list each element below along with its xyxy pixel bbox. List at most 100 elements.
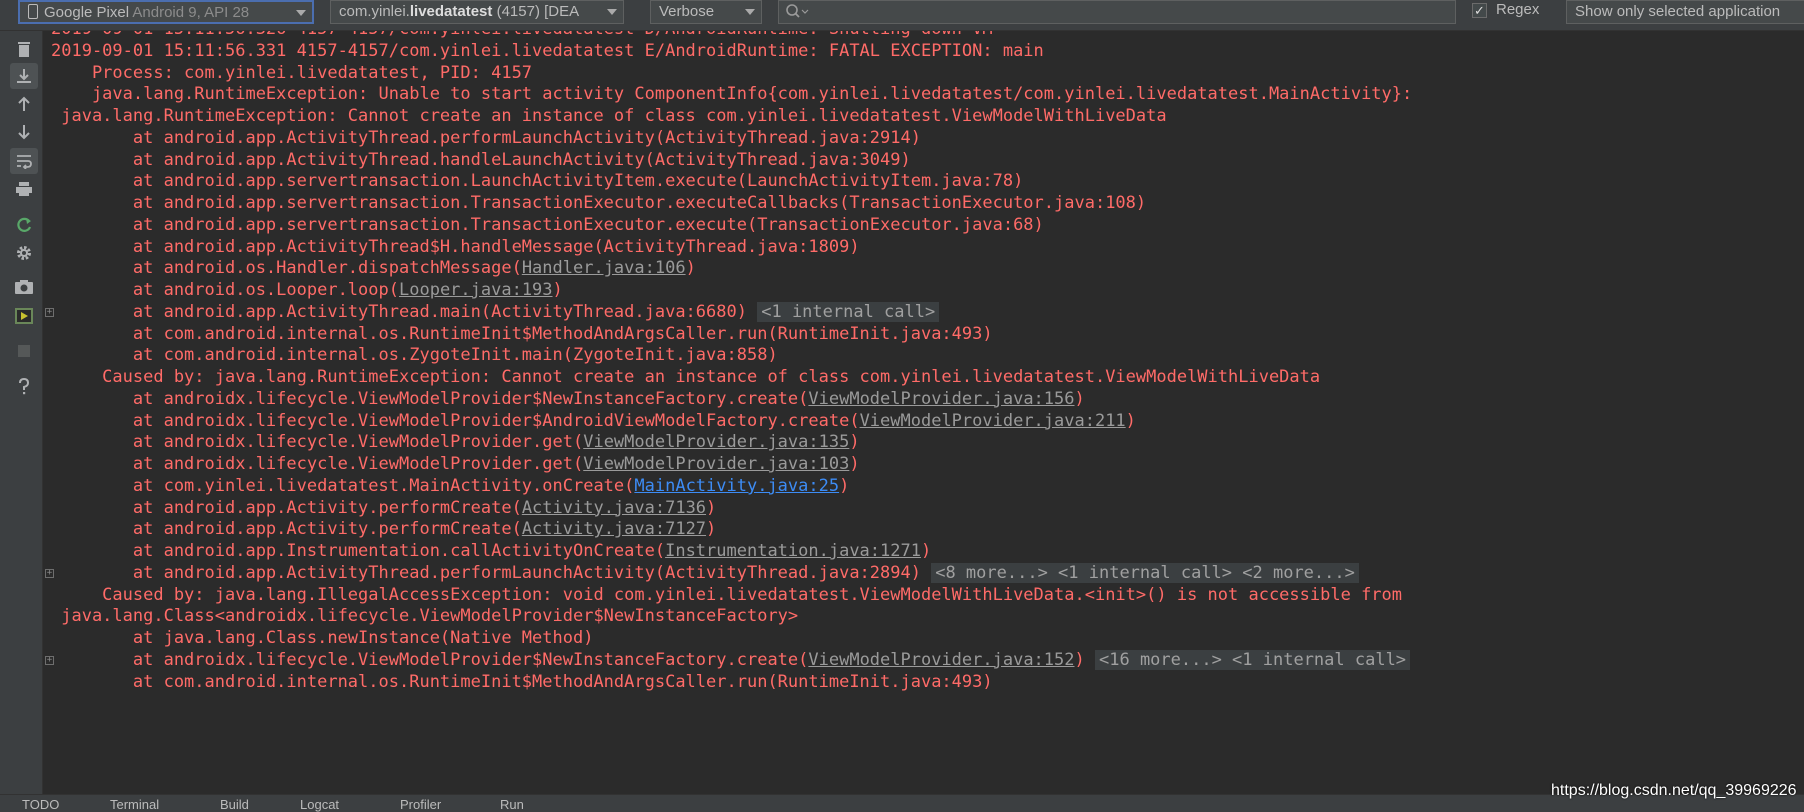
search-input[interactable] [778, 0, 1456, 24]
log-text: at android.app.ActivityThread.main(Activ… [51, 301, 747, 322]
process-pid: (4157) [DEA [492, 3, 580, 20]
tab-logcat[interactable]: Logcat [300, 798, 339, 812]
log-text: at androidx.lifecycle.ViewModelProvider$… [51, 649, 809, 670]
log-text: ) [706, 519, 717, 540]
stack-trace-link[interactable]: ViewModelProvider.java:156 [808, 389, 1074, 409]
restart-icon [17, 217, 32, 232]
log-text: Process: com.yinlei.livedatatest, PID: 4… [51, 62, 533, 83]
tab-run[interactable]: Run [500, 798, 524, 812]
log-text: at com.android.internal.os.ZygoteInit.ma… [51, 345, 778, 366]
print-button[interactable] [10, 176, 38, 202]
device-api: Android 9, API 28 [132, 4, 250, 21]
chevron-down-icon [296, 10, 306, 16]
log-text: 2019-09-01 15:11:56.331 4157-4157/com.yi… [51, 40, 1044, 61]
log-text: at android.os.Handler.dispatchMessage( [51, 258, 522, 279]
log-text: at android.app.Activity.performCreate( [51, 497, 522, 518]
log-text: ) [1074, 388, 1085, 409]
log-text: at android.app.Instrumentation.callActiv… [51, 541, 666, 561]
log-text: at androidx.lifecycle.ViewModelProvider.… [51, 432, 584, 453]
log-level-selector[interactable]: Verbose [650, 0, 762, 24]
filter-value: Show only selected application [1575, 3, 1781, 20]
clear-logcat-button[interactable] [10, 37, 38, 63]
log-text: at android.app.ActivityThread.handleLaun… [51, 149, 911, 170]
settings-button[interactable] [10, 240, 38, 266]
folded-calls[interactable]: <16 more...> <1 internal call> [1095, 649, 1411, 670]
folded-calls[interactable]: <1 internal call> [757, 301, 940, 322]
tool-window-bar: TODO Terminal Build Logcat Profiler Run [0, 794, 1804, 812]
screen-capture-button[interactable] [10, 274, 38, 300]
log-text: at com.android.internal.os.RuntimeInit$M… [51, 671, 993, 692]
tab-build[interactable]: Build [220, 798, 249, 812]
log-text: at androidx.lifecycle.ViewModelProvider$… [51, 388, 809, 409]
stack-trace-link[interactable]: ViewModelProvider.java:211 [860, 411, 1126, 431]
stack-trace-link[interactable]: Activity.java:7127 [522, 519, 706, 539]
log-text: Caused by: java.lang.IllegalAccessExcept… [51, 584, 1403, 605]
stack-trace-link[interactable]: ViewModelProvider.java:152 [808, 650, 1074, 670]
expand-fold-icon[interactable]: + [45, 568, 54, 578]
stack-trace-link[interactable]: Looper.java:193 [399, 280, 553, 300]
scroll-to-end-button[interactable] [10, 63, 38, 89]
log-text: ) [920, 541, 932, 561]
logcat-toolbar: Google Pixel Android 9, API 28 com.yinle… [0, 0, 1804, 31]
device-name: Google Pixel [44, 4, 130, 21]
stop-icon [18, 345, 30, 357]
regex-label: Regex [1496, 1, 1540, 18]
trash-icon [18, 42, 30, 57]
regex-checkbox[interactable]: ✓ [1472, 3, 1487, 18]
soft-wrap-button[interactable] [10, 148, 38, 174]
log-text: at java.lang.Class.newInstance(Native Me… [51, 628, 594, 648]
stack-trace-link[interactable]: ViewModelProvider.java:135 [583, 432, 849, 452]
search-icon [786, 4, 809, 18]
expand-fold-icon[interactable]: + [45, 307, 54, 317]
help-button[interactable] [10, 374, 38, 400]
phone-icon [28, 4, 38, 19]
log-text: at android.app.ActivityThread.performLau… [51, 562, 921, 583]
folded-calls[interactable]: <8 more...> <1 internal call> <2 more...… [931, 562, 1359, 583]
print-icon [16, 182, 32, 196]
gear-icon [17, 246, 31, 260]
screen-record-icon [15, 308, 33, 324]
filter-selector[interactable]: Show only selected application [1566, 0, 1804, 24]
process-selector[interactable]: com.yinlei.livedatatest (4157) [DEA [330, 0, 624, 24]
process-package-prefix: com.yinlei. [339, 3, 410, 20]
stack-trace-link[interactable]: Instrumentation.java:1271 [665, 541, 921, 561]
screen-record-button[interactable] [10, 303, 38, 329]
stack-trace-link[interactable]: MainActivity.java:25 [634, 476, 839, 496]
log-text: ) [685, 258, 696, 279]
chevron-down-icon [607, 9, 617, 15]
log-level-value: Verbose [659, 3, 715, 20]
log-text: at android.app.servertransaction.Transac… [51, 193, 1147, 213]
log-text: at android.app.ActivityThread$H.handleMe… [51, 236, 860, 257]
log-text: at android.os.Looper.loop( [51, 280, 399, 300]
previous-occurrence-button[interactable] [10, 91, 38, 117]
log-text: at com.yinlei.livedatatest.MainActivity.… [51, 475, 635, 496]
stack-trace-link[interactable]: ViewModelProvider.java:103 [583, 454, 849, 474]
tab-todo[interactable]: TODO [22, 798, 59, 812]
log-line: at com.android.internal.os.RuntimeInit$M… [51, 670, 993, 695]
stop-button[interactable] [10, 338, 38, 364]
tab-profiler[interactable]: Profiler [400, 798, 441, 812]
log-text: ) [706, 497, 717, 518]
log-text: java.lang.Class<androidx.lifecycle.ViewM… [51, 606, 799, 627]
device-selector[interactable]: Google Pixel Android 9, API 28 [18, 0, 314, 24]
logcat-output[interactable]: 2019-09-01 15:11:56.326 4157-4157/com.yi… [43, 31, 1804, 794]
log-text: at androidx.lifecycle.ViewModelProvider.… [51, 454, 584, 474]
log-text: at android.app.servertransaction.Transac… [51, 214, 1044, 235]
tab-terminal[interactable]: Terminal [110, 798, 159, 812]
scroll-to-end-icon [17, 69, 31, 83]
expand-fold-icon[interactable]: + [45, 655, 54, 665]
stack-trace-link[interactable]: Activity.java:7136 [522, 498, 706, 518]
watermark: https://blog.csdn.net/qq_39969226 [1551, 782, 1797, 799]
stack-trace-link[interactable]: Handler.java:106 [522, 258, 686, 278]
logcat-side-toolbar [0, 31, 43, 794]
down-arrow-icon [18, 125, 30, 140]
soft-wrap-icon [17, 155, 32, 169]
log-text: java.lang.RuntimeException: Cannot creat… [51, 106, 1167, 126]
log-text: at android.app.ActivityThread.performLau… [51, 127, 921, 148]
camera-icon [15, 280, 33, 294]
log-text: ) [552, 280, 563, 300]
restart-logcat-button[interactable] [10, 212, 38, 238]
next-occurrence-button[interactable] [10, 119, 38, 145]
